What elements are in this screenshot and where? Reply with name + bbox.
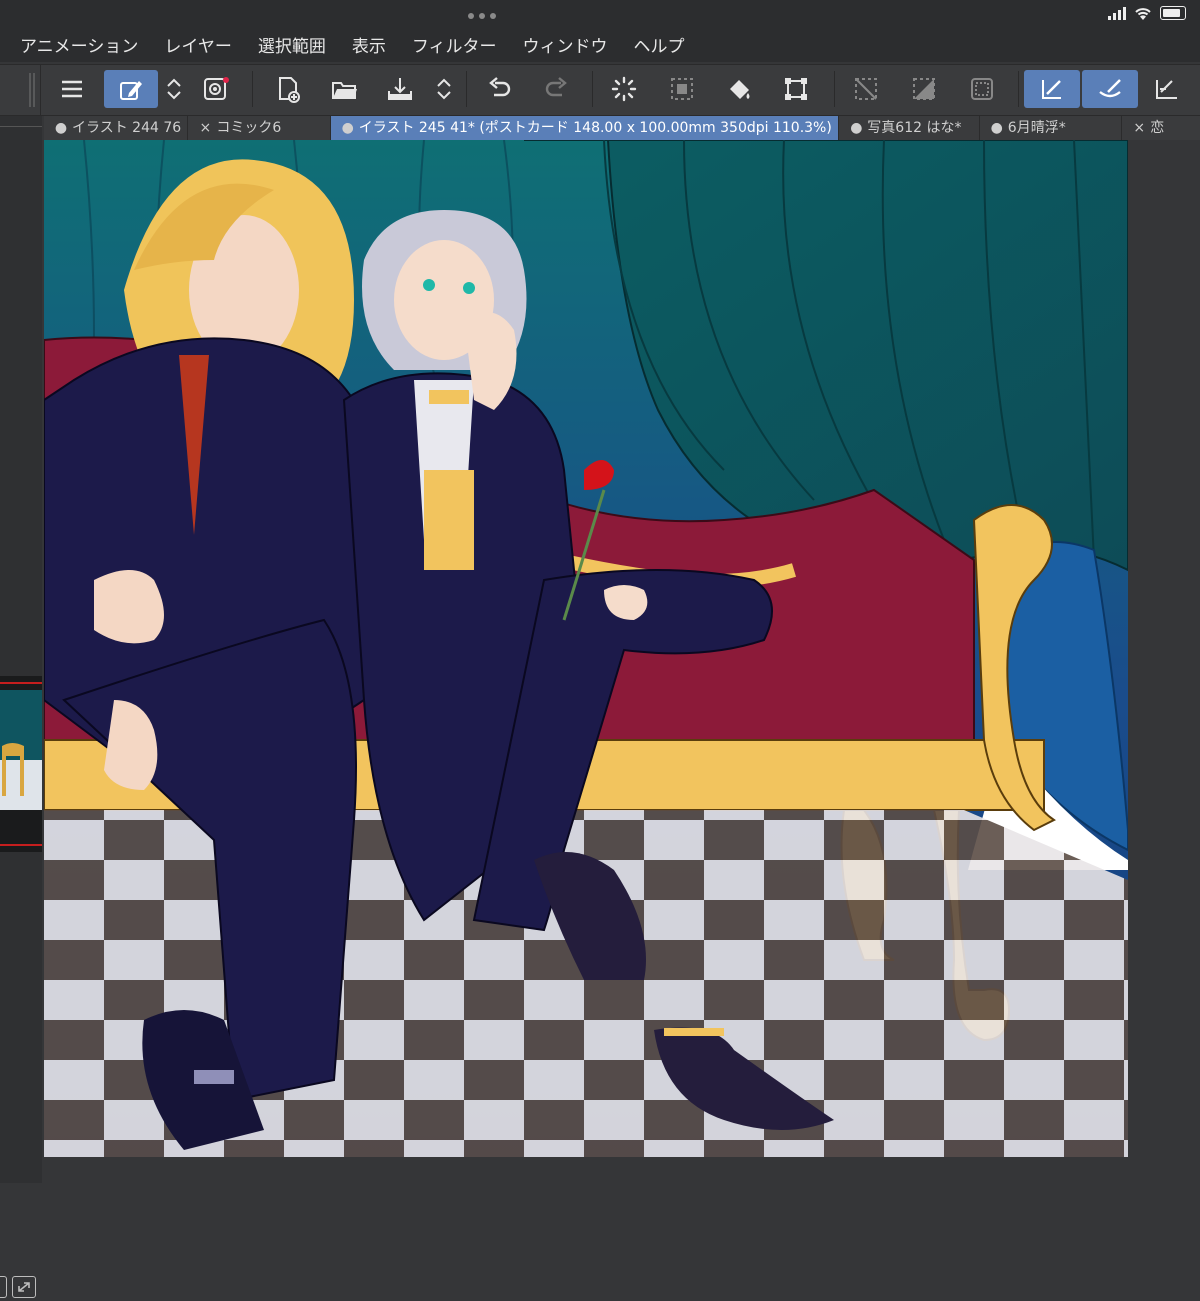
menu-help[interactable]: ヘルプ bbox=[621, 34, 698, 62]
tab-june[interactable]: ● 6月晴浮* bbox=[980, 116, 1123, 140]
select-border-icon[interactable] bbox=[962, 70, 1002, 108]
menu-selection[interactable]: 選択範囲 bbox=[245, 34, 339, 62]
spinner-icon[interactable] bbox=[604, 70, 644, 108]
up-down-chevron-icon[interactable] bbox=[156, 70, 192, 108]
expand-icon[interactable] bbox=[12, 1276, 36, 1298]
redo-icon[interactable] bbox=[536, 70, 576, 108]
tab-modified-dot: ● bbox=[850, 120, 863, 136]
document-tabs: ● イラスト 244 76 × コミック6 ● イラスト 245 41* (ポストカー… bbox=[44, 116, 1200, 140]
tab-close-icon[interactable]: × bbox=[1132, 116, 1146, 140]
tab-label: 写真612 はな* bbox=[867, 120, 962, 136]
panel-collapse-handle[interactable] bbox=[0, 1276, 7, 1298]
ruler-icon[interactable] bbox=[1146, 70, 1186, 108]
left-side-panel bbox=[0, 116, 42, 1298]
tab-photo-612[interactable]: ● 写真612 はな* bbox=[839, 116, 980, 140]
edit-pen-icon[interactable] bbox=[104, 70, 158, 108]
tab-label: 恋 bbox=[1150, 120, 1165, 136]
bottom-gutter bbox=[44, 1157, 1128, 1183]
new-canvas-icon[interactable] bbox=[268, 70, 308, 108]
deselect-icon[interactable] bbox=[846, 70, 886, 108]
menu-animation[interactable]: アニメーション bbox=[0, 34, 151, 62]
command-bar bbox=[0, 64, 1200, 116]
drawing-canvas[interactable] bbox=[44, 140, 1128, 1157]
tab-modified-dot: ● bbox=[54, 120, 68, 136]
tab-label: コミック6 bbox=[216, 120, 282, 136]
navigator-thumbnail[interactable] bbox=[0, 676, 42, 852]
wifi-icon bbox=[1134, 6, 1152, 20]
ruler-pen-icon[interactable] bbox=[1024, 70, 1080, 108]
tab-illust-245-active[interactable]: ● イラスト 245 41* (ポストカード 148.00 x 100.00mm … bbox=[330, 116, 840, 140]
save-tray-icon[interactable] bbox=[380, 70, 420, 108]
tab-comic-6[interactable]: × コミック6 bbox=[188, 116, 331, 140]
spiral-icon[interactable] bbox=[196, 70, 236, 108]
tab-love[interactable]: × 恋 bbox=[1122, 116, 1200, 140]
menu-filter[interactable]: フィルター bbox=[399, 34, 510, 62]
hamburger-menu-icon[interactable] bbox=[52, 70, 92, 108]
panel-divider bbox=[0, 126, 42, 127]
battery-icon bbox=[1160, 6, 1186, 20]
cellular-signal-icon bbox=[1108, 6, 1126, 20]
menu-layer[interactable]: レイヤー bbox=[151, 34, 245, 62]
panel-grip[interactable] bbox=[0, 65, 41, 115]
tab-label: 6月晴浮* bbox=[1007, 120, 1066, 136]
system-status bbox=[1108, 6, 1186, 20]
undo-icon[interactable] bbox=[480, 70, 520, 108]
menu-window[interactable]: ウィンドウ bbox=[510, 34, 621, 62]
transform-icon[interactable] bbox=[776, 70, 816, 108]
ruler-brush-icon[interactable] bbox=[1082, 70, 1138, 108]
menu-view[interactable]: 表示 bbox=[339, 34, 399, 62]
tab-label: イラスト 245 41* (ポストカード 148.00 x 100.00mm 3… bbox=[358, 120, 832, 136]
up-down-chevron-icon[interactable] bbox=[426, 70, 462, 108]
tab-close-icon[interactable]: × bbox=[198, 116, 212, 140]
tab-modified-dot: ● bbox=[990, 120, 1003, 136]
open-folder-icon[interactable] bbox=[324, 70, 364, 108]
artwork-illustration bbox=[44, 140, 1128, 1157]
tab-modified-dot: ● bbox=[341, 120, 354, 136]
menu-bar: アニメーション レイヤー 選択範囲 表示 フィルター ウィンドウ ヘルプ bbox=[0, 34, 1200, 62]
tab-illust-244[interactable]: ● イラスト 244 76 bbox=[44, 116, 189, 140]
multitasking-dots-icon[interactable] bbox=[468, 13, 496, 19]
invert-selection-icon[interactable] bbox=[904, 70, 944, 108]
status-bar bbox=[0, 0, 1200, 36]
selection-dots-icon[interactable] bbox=[662, 70, 702, 108]
right-gutter bbox=[1128, 140, 1200, 1183]
fill-bucket-icon[interactable] bbox=[720, 70, 760, 108]
tab-label: イラスト 244 76 bbox=[72, 120, 182, 136]
